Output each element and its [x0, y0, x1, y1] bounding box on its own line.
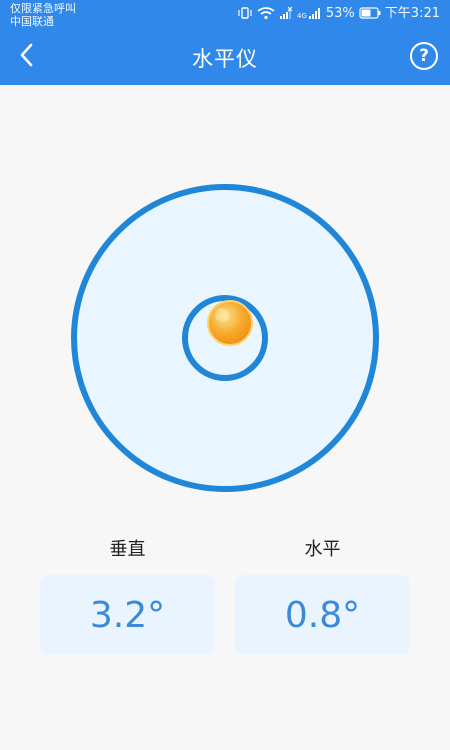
question-mark-icon: ? [419, 46, 429, 66]
page-title: 水平仪 [192, 47, 258, 71]
carrier-emergency-text: 仅限紧急呼叫 [10, 2, 76, 15]
network-type-label: 4G [297, 12, 307, 20]
bubble-level [70, 183, 380, 493]
vertical-label: 垂直 [109, 539, 146, 560]
vertical-value: 3.2° [89, 594, 166, 636]
clock-time: 下午3:21 [384, 5, 440, 21]
bubble-highlight [215, 308, 229, 322]
vertical-value-box: 3.2° [40, 575, 215, 655]
level-bubble [207, 300, 253, 346]
battery-percent: 53% [325, 5, 355, 21]
vibrate-icon [237, 6, 253, 20]
battery-icon [359, 7, 381, 19]
signal-4g-icon: 4G [297, 6, 322, 20]
carrier-info: 仅限紧急呼叫 中国联通 [10, 2, 76, 28]
top-bar: 仅限紧急呼叫 中国联通 4G 53% 下午3:21 水平仪 ? [0, 0, 450, 85]
no-sim-icon [279, 6, 293, 20]
wifi-icon [257, 6, 275, 20]
status-bar: 仅限紧急呼叫 中国联通 4G 53% 下午3:21 [0, 0, 450, 30]
help-button[interactable]: ? [410, 42, 438, 70]
carrier-name: 中国联通 [10, 15, 54, 28]
horizontal-label: 水平 [304, 539, 341, 560]
main-content: 垂直 水平 3.2° 0.8° [0, 85, 450, 750]
level-svg [71, 184, 379, 492]
horizontal-value: 0.8° [284, 594, 361, 636]
horizontal-value-box: 0.8° [235, 575, 410, 655]
app-bar: 水平仪 ? [0, 34, 450, 82]
status-icons: 4G 53% 下午3:21 [237, 6, 440, 20]
